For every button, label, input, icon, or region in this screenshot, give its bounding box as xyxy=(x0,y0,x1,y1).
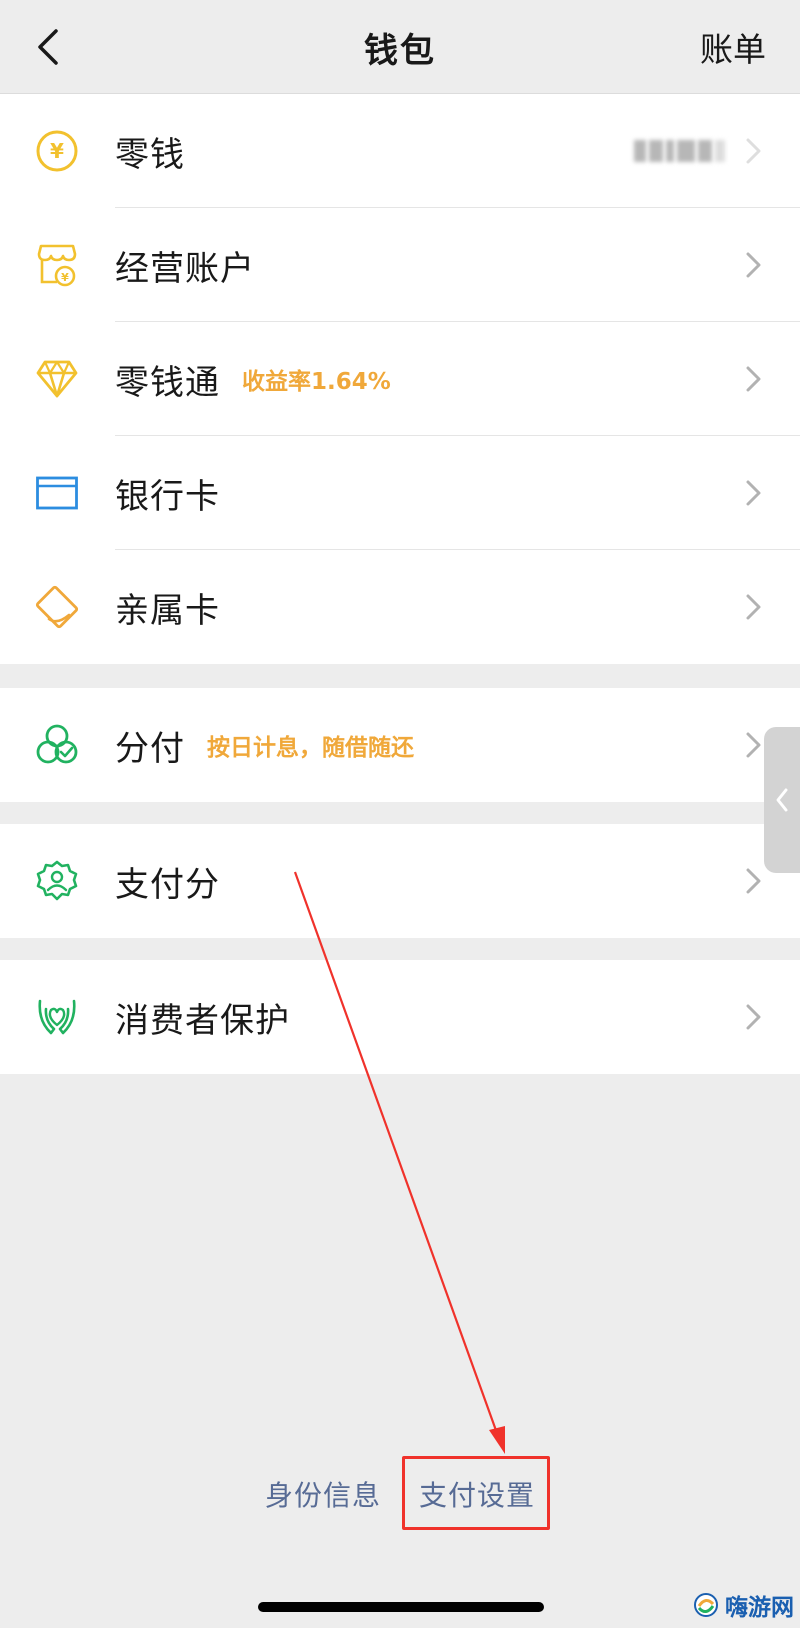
chevron-right-icon xyxy=(746,366,761,392)
item-label: 银行卡 xyxy=(115,476,220,517)
chevron-left-icon xyxy=(776,788,788,812)
bills-button[interactable]: 账单 xyxy=(700,0,766,94)
yield-rate-tag: 收益率1.64% xyxy=(242,369,391,395)
wallet-group-main: ¥ 零钱 ¥ 经营账户 零钱通 收益率1.64% 银行卡 亲属卡 xyxy=(0,94,800,664)
home-indicator xyxy=(258,1602,544,1612)
chevron-right-icon xyxy=(746,1004,761,1030)
family-card-icon xyxy=(34,584,80,630)
nav-bar: 钱包 账单 xyxy=(0,0,800,94)
item-label: 分付 xyxy=(115,728,185,769)
item-label: 经营账户 xyxy=(115,248,255,289)
item-label: 消费者保护 xyxy=(115,1000,290,1041)
identity-info-link[interactable]: 身份信息 xyxy=(265,1474,381,1514)
wallet-group-installment: 分付 按日计息，随借随还 xyxy=(0,688,800,802)
list-item-bank-card[interactable]: 银行卡 xyxy=(0,436,800,550)
bank-card-icon xyxy=(34,470,80,516)
diamond-icon xyxy=(34,356,80,402)
floating-side-tab[interactable] xyxy=(764,727,800,873)
installment-icon xyxy=(34,722,80,768)
list-item-pay-score[interactable]: 支付分 xyxy=(0,824,800,938)
yuan-coin-icon: ¥ xyxy=(34,128,80,174)
item-label: 亲属卡 xyxy=(115,590,220,631)
svg-text:¥: ¥ xyxy=(50,139,64,163)
chevron-right-icon xyxy=(746,594,761,620)
chevron-right-icon xyxy=(746,138,761,164)
shop-account-icon: ¥ xyxy=(34,242,80,288)
list-item-family-card[interactable]: 亲属卡 xyxy=(0,550,800,664)
chevron-right-icon xyxy=(746,252,761,278)
highlight-box xyxy=(402,1456,550,1530)
logo-icon xyxy=(694,1593,718,1617)
chevron-right-icon xyxy=(746,868,761,894)
pay-score-icon xyxy=(34,858,80,904)
svg-text:¥: ¥ xyxy=(61,271,69,284)
list-item-change[interactable]: ¥ 零钱 xyxy=(0,94,800,208)
list-item-lingqiantong[interactable]: 零钱通 收益率1.64% xyxy=(0,322,800,436)
page-title: 钱包 xyxy=(364,30,436,71)
watermark: 嗨游网 xyxy=(693,1588,794,1622)
watermark-text: 嗨游网 xyxy=(725,1595,794,1621)
list-item-consumer-protection[interactable]: 消费者保护 xyxy=(0,960,800,1074)
list-item-business-account[interactable]: ¥ 经营账户 xyxy=(0,208,800,322)
wallet-group-payscore: 支付分 xyxy=(0,824,800,938)
wallet-group-protection: 消费者保护 xyxy=(0,960,800,1074)
interest-tag: 按日计息，随借随还 xyxy=(207,735,414,761)
chevron-right-icon xyxy=(746,480,761,506)
chevron-right-icon xyxy=(746,732,761,758)
balance-amount-blurred xyxy=(634,138,730,164)
item-label: 支付分 xyxy=(115,864,220,905)
consumer-protection-icon xyxy=(34,994,80,1040)
footer-links: 身份信息 支付设置 xyxy=(0,1458,800,1530)
item-label: 零钱通 xyxy=(115,362,220,403)
list-item-fenfu[interactable]: 分付 按日计息，随借随还 xyxy=(0,688,800,802)
item-label: 零钱 xyxy=(115,134,185,175)
